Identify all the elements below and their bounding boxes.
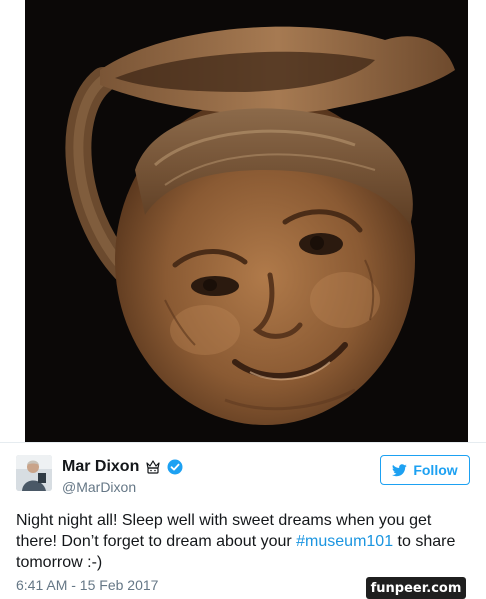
verified-badge-icon — [167, 459, 183, 475]
tweet-timestamp[interactable]: 6:41 AM - 15 Feb 2017 — [16, 577, 158, 593]
follow-button[interactable]: Follow — [380, 455, 470, 485]
tweet-text: Night night all! Sleep well with sweet d… — [16, 510, 476, 573]
display-name[interactable]: Mar Dixon — [62, 458, 139, 476]
avatar[interactable] — [16, 455, 52, 491]
media-photo[interactable] — [25, 0, 468, 442]
crowned-emoji-icon — [145, 459, 161, 475]
avatar-image — [16, 455, 52, 491]
face-jug-image — [25, 0, 468, 442]
user-handle[interactable]: @MarDixon — [62, 479, 136, 495]
hashtag-link[interactable]: #museum101 — [296, 533, 393, 550]
tweet-media[interactable] — [0, 0, 486, 442]
divider — [0, 442, 486, 443]
watermark: funpeer.com — [366, 577, 466, 599]
follow-label: Follow — [413, 462, 458, 478]
twitter-bird-icon — [392, 463, 408, 477]
